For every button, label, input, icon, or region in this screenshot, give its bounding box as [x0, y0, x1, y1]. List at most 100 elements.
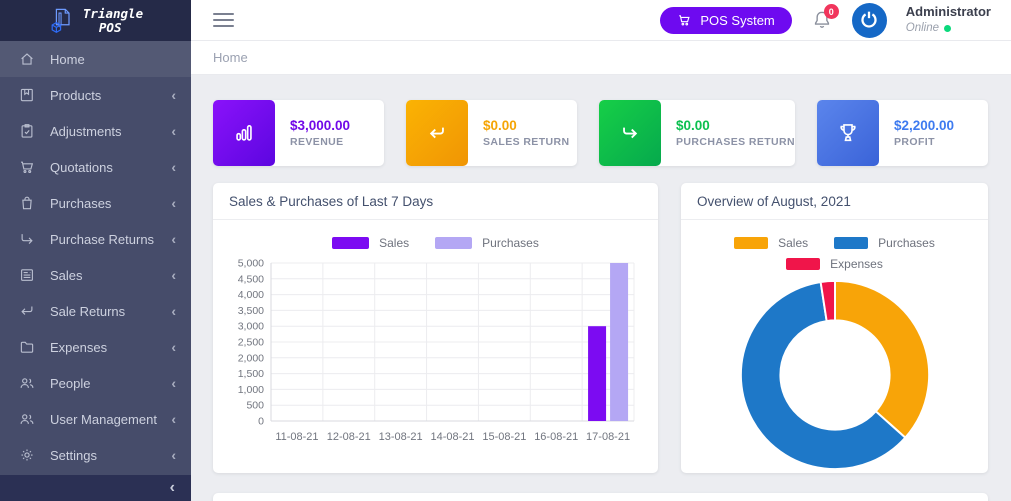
- receipt-icon: [18, 266, 36, 284]
- chevron-left-icon: ‹: [171, 303, 176, 319]
- sidebar-item-sale-returns[interactable]: Sale Returns ‹: [0, 293, 191, 329]
- svg-text:2,000: 2,000: [238, 352, 264, 364]
- shopping-bag-icon: [18, 194, 36, 212]
- legend-label: Sales: [778, 236, 808, 250]
- online-status-dot: [944, 25, 951, 32]
- sales-swatch: [734, 237, 768, 249]
- cart-icon: [18, 158, 36, 176]
- sales-return-label: SALES RETURN: [483, 136, 569, 148]
- sales-return-card: $0.00 SALES RETURN: [406, 100, 577, 166]
- sidebar-item-label: Products: [50, 88, 171, 103]
- svg-text:500: 500: [246, 400, 264, 412]
- sidebar-item-settings[interactable]: Settings ‹: [0, 437, 191, 473]
- sales-swatch: [332, 237, 369, 249]
- chevron-left-icon: ‹: [171, 195, 176, 211]
- app-logo[interactable]: Triangle POS: [0, 0, 191, 41]
- breadcrumb-home-link[interactable]: Home: [213, 50, 248, 65]
- pos-dashboard-app: Triangle POS Home Products ‹ Adjustments…: [0, 0, 1011, 501]
- sidebar-item-user-management[interactable]: User Management ‹: [0, 401, 191, 437]
- stats-row: $3,000.00 REVENUE $0.00 SALES RETURN: [213, 100, 988, 166]
- legend-purchases[interactable]: Purchases: [834, 236, 935, 250]
- chevron-left-icon: ‹: [171, 267, 176, 283]
- bar-chart-icon: [231, 120, 257, 146]
- trophy-icon: [835, 120, 861, 146]
- sidebar-item-quotations[interactable]: Quotations ‹: [0, 149, 191, 185]
- sidebar-item-sales[interactable]: Sales ‹: [0, 257, 191, 293]
- sidebar-item-label: Sales: [50, 268, 171, 283]
- profit-tile: [817, 100, 879, 166]
- bottom-card: [213, 493, 988, 501]
- svg-text:12-08-21: 12-08-21: [327, 431, 371, 443]
- svg-text:14-08-21: 14-08-21: [430, 431, 474, 443]
- svg-text:1,500: 1,500: [238, 368, 264, 380]
- notifications-button[interactable]: 0: [811, 8, 833, 32]
- top-bar: POS System 0 Administrator Online: [191, 0, 1011, 41]
- purchases-swatch: [435, 237, 472, 249]
- sales-purchases-chart-card: Sales & Purchases of Last 7 Days Sales P…: [213, 183, 658, 473]
- main-area: POS System 0 Administrator Online: [191, 0, 1011, 501]
- corner-arrow-icon: [18, 230, 36, 248]
- purchases-swatch: [834, 237, 868, 249]
- purchases-return-label: PURCHASES RETURN: [676, 136, 795, 148]
- user-menu[interactable]: Administrator Online: [906, 4, 997, 36]
- chevron-left-icon: ‹: [171, 123, 176, 139]
- sidebar-item-label: Home: [50, 52, 176, 67]
- svg-text:3,500: 3,500: [238, 305, 264, 317]
- svg-text:1,000: 1,000: [238, 384, 264, 396]
- expenses-swatch: [786, 258, 820, 270]
- app-title: Triangle POS: [83, 7, 143, 35]
- sidebar-item-purchase-returns[interactable]: Purchase Returns ‹: [0, 221, 191, 257]
- sidebar-item-purchases[interactable]: Purchases ‹: [0, 185, 191, 221]
- sidebar-item-products[interactable]: Products ‹: [0, 77, 191, 113]
- pos-system-button[interactable]: POS System: [660, 7, 791, 34]
- user-status: Online: [906, 21, 991, 36]
- triangle-pos-logo-icon: [48, 7, 76, 35]
- book-icon: [18, 86, 36, 104]
- chevron-left-icon: ‹: [171, 375, 176, 391]
- legend-expenses[interactable]: Expenses: [786, 257, 883, 271]
- sidebar-item-label: People: [50, 376, 171, 391]
- profit-value: $2,200.00: [894, 118, 954, 133]
- revenue-tile: [213, 100, 275, 166]
- purchases-return-value: $0.00: [676, 118, 795, 133]
- bar-chart-title: Sales & Purchases of Last 7 Days: [213, 183, 658, 220]
- revenue-card: $3,000.00 REVENUE: [213, 100, 384, 166]
- sidebar-item-adjustments[interactable]: Adjustments ‹: [0, 113, 191, 149]
- legend-label: Expenses: [830, 257, 883, 271]
- legend-purchases[interactable]: Purchases: [435, 236, 539, 250]
- user-status-label: Online: [906, 21, 939, 36]
- sidebar-collapse-button[interactable]: ‹: [0, 475, 191, 501]
- sidebar-item-label: Sale Returns: [50, 304, 171, 319]
- revenue-value: $3,000.00: [290, 118, 350, 133]
- legend-sales[interactable]: Sales: [734, 236, 808, 250]
- donut-chart-title: Overview of August, 2021: [681, 183, 988, 220]
- sidebar-item-home[interactable]: Home: [0, 41, 191, 77]
- collapse-chevron-icon: ‹: [170, 479, 175, 497]
- sidebar: Triangle POS Home Products ‹ Adjustments…: [0, 0, 191, 501]
- clipboard-check-icon: [18, 122, 36, 140]
- donut-chart-body: Sales Purchases Expenses: [681, 220, 988, 481]
- purchases-return-body: $0.00 PURCHASES RETURN: [661, 100, 795, 166]
- svg-text:13-08-21: 13-08-21: [379, 431, 423, 443]
- users-icon: [18, 410, 36, 428]
- svg-text:5,000: 5,000: [238, 258, 264, 270]
- sidebar-item-people[interactable]: People ‹: [0, 365, 191, 401]
- cart-icon: [677, 13, 692, 28]
- purchases-return-card: $0.00 PURCHASES RETURN: [599, 100, 795, 166]
- sidebar-item-expenses[interactable]: Expenses ‹: [0, 329, 191, 365]
- bar-chart: 05001,0001,5002,0002,5003,0003,5004,0004…: [225, 256, 646, 448]
- power-icon: [858, 9, 880, 31]
- chevron-left-icon: ‹: [171, 87, 176, 103]
- avatar[interactable]: [852, 3, 887, 38]
- legend-sales[interactable]: Sales: [332, 236, 409, 250]
- users-icon: [18, 374, 36, 392]
- purchases-return-tile: [599, 100, 661, 166]
- profit-card: $2,200.00 PROFIT: [817, 100, 988, 166]
- profit-label: PROFIT: [894, 136, 954, 148]
- sales-return-value: $0.00: [483, 118, 569, 133]
- sidebar-item-label: User Management: [50, 412, 171, 427]
- sidebar-item-label: Purchase Returns: [50, 232, 171, 247]
- gear-icon: [18, 446, 36, 464]
- sidebar-toggle-button[interactable]: [213, 13, 234, 27]
- svg-text:3,000: 3,000: [238, 321, 264, 333]
